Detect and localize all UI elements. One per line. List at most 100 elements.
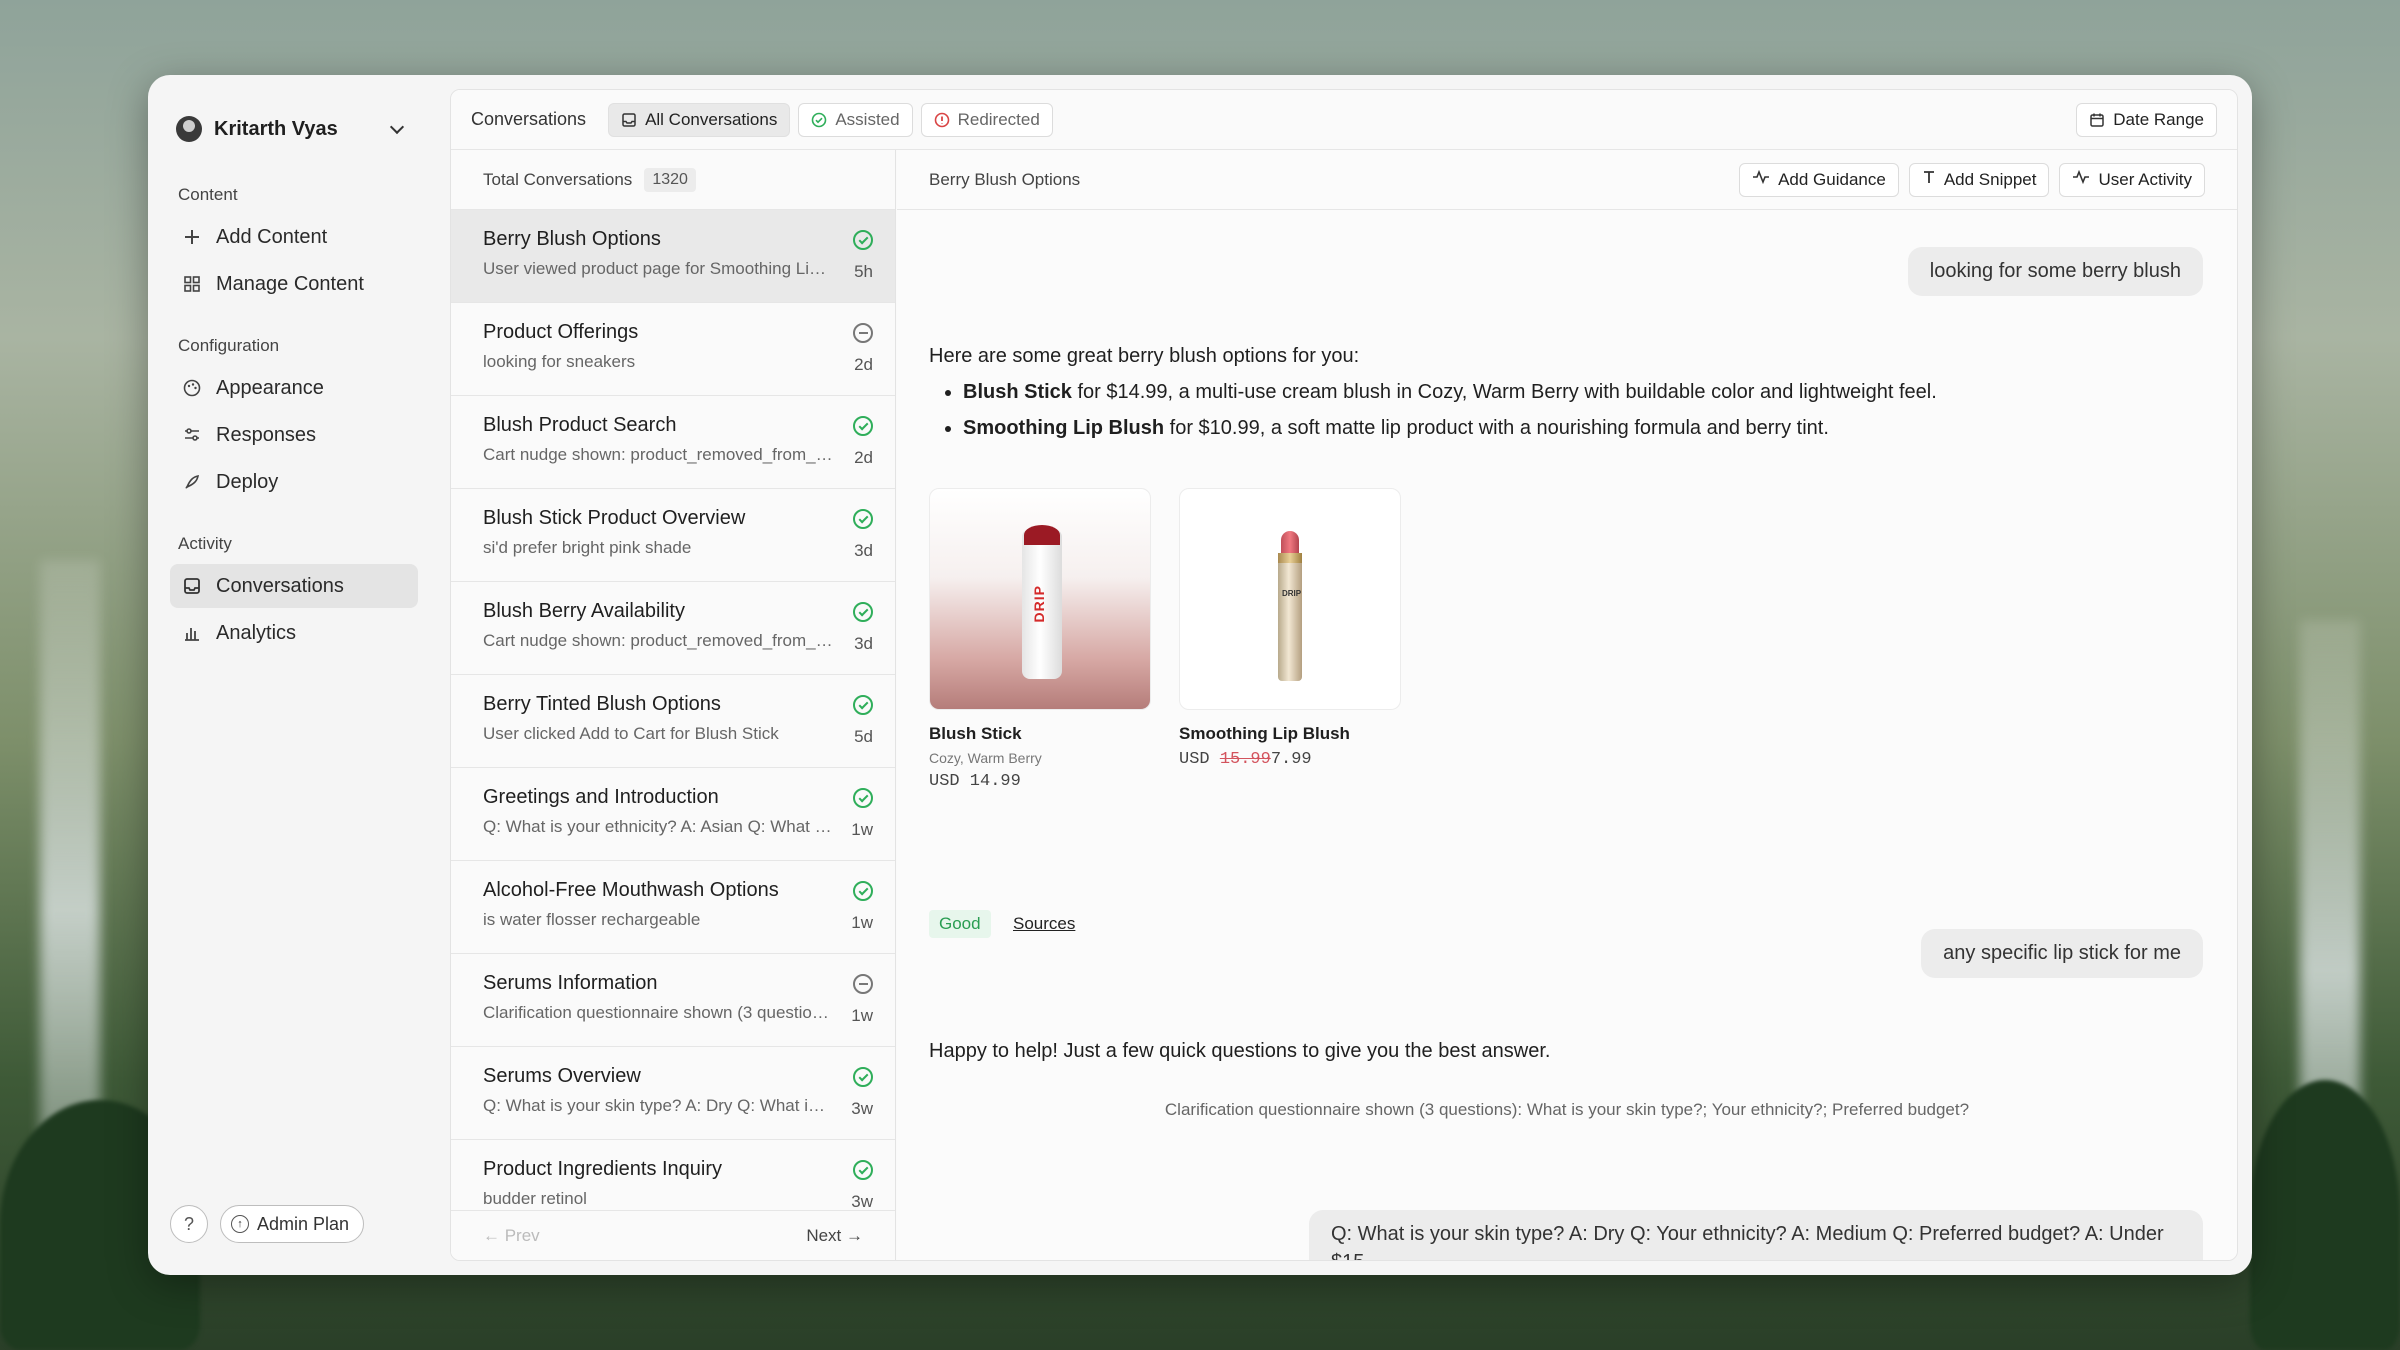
check-circle-icon (853, 695, 873, 715)
conversation-time: 2d (854, 448, 873, 467)
user-activity-button[interactable]: User Activity (2059, 162, 2205, 197)
conversation-row[interactable]: Blush Stick Product Overview si'd prefer … (451, 489, 895, 582)
user-name: Kritarth Vyas (214, 117, 338, 140)
conversation-preview: is water flosser rechargeable (483, 910, 701, 929)
tab-redirected[interactable]: Redirected (920, 102, 1053, 137)
activity-icon (2072, 169, 2090, 189)
admin-plan-button[interactable]: ↑ Admin Plan (220, 1205, 365, 1243)
user-message: Q: What is your skin type? A: Dry Q: You… (1309, 1210, 2203, 1260)
conversation-title: Product Offerings (483, 321, 639, 343)
user-message: looking for some berry blush (1907, 247, 2203, 296)
sidebar-item-manage-content[interactable]: Manage Content (170, 262, 418, 306)
check-circle-icon (853, 509, 873, 529)
activity-icon (1752, 169, 1770, 189)
conversation-list: Total Conversations 1320 Berry Blush Opt… (451, 150, 896, 1260)
conversation-time: 3w (851, 1099, 873, 1118)
sidebar-item-conversations[interactable]: Conversations (170, 564, 418, 608)
section-label-content: Content (178, 185, 238, 204)
tab-assisted[interactable]: Assisted (798, 102, 913, 137)
avatar (176, 116, 202, 142)
check-circle-icon (853, 1067, 873, 1087)
brand-logo: DRIP (1031, 585, 1047, 623)
conversation-preview: si'd prefer bright pink shade (483, 538, 692, 557)
conversation-row[interactable]: Product Offerings looking for sneakers 2d (451, 303, 895, 396)
detail-title: Berry Blush Options (929, 169, 1081, 189)
assistant-message: Happy to help! Just a few quick question… (929, 1040, 1551, 1062)
sidebar-item-analytics[interactable]: Analytics (170, 611, 418, 655)
button-label: Add Snippet (1943, 169, 2037, 189)
conversation-title: Greetings and Introduction (483, 786, 719, 808)
sidebar-item-label: Deploy (216, 470, 279, 493)
brand-logo: DRIP (1282, 589, 1302, 598)
conversation-preview: Q: What is your ethnicity? A: Asian Q: W… (483, 817, 833, 836)
tab-all-conversations[interactable]: All Conversations (608, 102, 791, 137)
old-price: 15.99 (1219, 750, 1271, 769)
top-bar: Conversations All Conversations Assisted… (451, 90, 2237, 150)
conversation-time: 2d (854, 355, 873, 374)
product-name: Blush Stick (963, 381, 1072, 403)
conversation-preview: Cart nudge shown: product_removed_from_c… (483, 445, 833, 464)
sidebar-item-label: Responses (216, 423, 317, 446)
user-menu[interactable]: Kritarth Vyas (170, 103, 418, 155)
add-guidance-button[interactable]: Add Guidance (1739, 162, 1899, 197)
calendar-icon (2089, 112, 2105, 128)
next-button[interactable]: Next → (806, 1226, 863, 1246)
conversation-row[interactable]: Greetings and Introduction Q: What is you… (451, 768, 895, 861)
blush-stick-cap (1024, 525, 1060, 545)
detail-header: Berry Blush Options Add Guidance Add Sni… (897, 150, 2237, 210)
conversation-row[interactable]: Alcohol-Free Mouthwash Options is water f… (451, 861, 895, 954)
feedback-good-badge[interactable]: Good (929, 910, 991, 938)
check-circle-icon (811, 112, 827, 128)
sources-link[interactable]: Sources (1013, 914, 1075, 934)
section-label-activity: Activity (178, 534, 232, 553)
list-item: Smoothing Lip Blush for $10.99, a soft m… (963, 410, 2029, 446)
sidebar-item-appearance[interactable]: Appearance (170, 366, 418, 410)
check-circle-icon (853, 788, 873, 808)
conversation-row[interactable]: Berry Tinted Blush Options User clicked A… (451, 675, 895, 768)
conversation-time: 3w (851, 1192, 873, 1211)
prev-button[interactable]: ← Prev (483, 1226, 540, 1246)
assistant-list: Blush Stick for $14.99, a multi-use crea… (963, 374, 2029, 446)
check-circle-icon (853, 416, 873, 436)
product-image: DRIP (929, 488, 1151, 710)
conversation-title: Blush Product Search (483, 414, 677, 436)
product-card-smoothing-lip-blush[interactable]: DRIP Smoothing Lip Blush USD 15.997.99 (1179, 488, 1401, 769)
conversation-detail: Berry Blush Options Add Guidance Add Sni… (897, 150, 2237, 1260)
plus-icon (182, 227, 202, 247)
conversation-time: 3d (854, 541, 873, 560)
conversation-row[interactable]: Serums Information Clarification question… (451, 954, 895, 1047)
help-button[interactable]: ? (170, 1205, 208, 1243)
product-card-blush-stick[interactable]: DRIP Blush Stick Cozy, Warm Berry USD 14… (929, 488, 1151, 791)
rocket-icon (182, 472, 202, 492)
product-price: USD 15.997.99 (1179, 750, 1401, 769)
check-circle-icon (853, 602, 873, 622)
conversation-row[interactable]: Blush Berry Availability Cart nudge shown… (451, 582, 895, 675)
minus-circle-icon (853, 974, 873, 994)
bar-chart-icon (182, 623, 202, 643)
lipstick-band (1278, 553, 1302, 563)
product-name: Smoothing Lip Blush (1179, 724, 1350, 743)
conversation-time: 5h (854, 262, 873, 281)
conversation-row[interactable]: Blush Product Search Cart nudge shown: pr… (451, 396, 895, 489)
app-window: Kritarth Vyas Content Add Content Manage… (148, 75, 2252, 1275)
count-badge: 1320 (644, 167, 696, 192)
add-snippet-button[interactable]: Add Snippet (1908, 162, 2050, 197)
conversation-row[interactable]: Berry Blush Options User viewed product p… (451, 210, 895, 303)
button-label: Add Guidance (1778, 169, 1886, 189)
assistant-intro: Here are some great berry blush options … (929, 345, 1360, 367)
date-range-button[interactable]: Date Range (2076, 102, 2217, 137)
product-name: Blush Stick (929, 724, 1022, 743)
sidebar-item-deploy[interactable]: Deploy (170, 460, 418, 504)
conversation-preview: budder retinol (483, 1189, 587, 1208)
conversation-row[interactable]: Serums Overview Q: What is your skin type… (451, 1047, 895, 1140)
price-prefix: USD (1179, 750, 1220, 769)
list-header: Total Conversations 1320 (451, 150, 895, 210)
sidebar-item-responses[interactable]: Responses (170, 413, 418, 457)
text-icon (1922, 170, 1936, 189)
arrow-up-circle-icon: ↑ (231, 1215, 249, 1233)
check-circle-icon (853, 881, 873, 901)
sidebar-item-add-content[interactable]: Add Content (170, 215, 418, 259)
conversation-time: 1w (851, 913, 873, 932)
product-image: DRIP (1179, 488, 1401, 710)
conversation-title: Berry Blush Options (483, 228, 661, 250)
